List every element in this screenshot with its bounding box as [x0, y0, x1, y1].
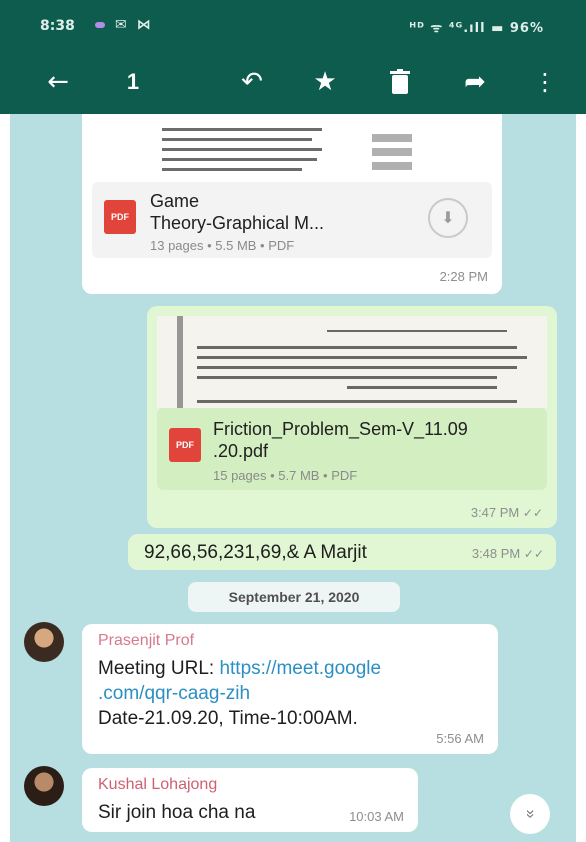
- selection-toolbar: ← 1 ↶ ★ ➦ ⋮: [0, 52, 586, 114]
- delete-icon[interactable]: [380, 62, 420, 102]
- pdf-file-icon: PDF: [104, 200, 136, 234]
- incoming-document-message[interactable]: PDF Game Theory-Graphical M... 13 pages …: [82, 114, 502, 294]
- avatar[interactable]: [24, 622, 64, 662]
- message-time: 10:03 AM: [349, 809, 404, 824]
- trash-icon-shape: [390, 69, 410, 94]
- document-name: Game Theory-Graphical M...: [150, 191, 325, 233]
- chat-conversation: PDF Game Theory-Graphical M... 13 pages …: [10, 114, 576, 842]
- scroll-to-bottom-icon[interactable]: »: [510, 794, 550, 834]
- message-text: Meeting URL: https://meet.google .com/qq…: [98, 658, 382, 729]
- outgoing-document-message[interactable]: PDF Friction_Problem_Sem-V_11.09 .20.pdf…: [147, 306, 557, 528]
- message-text: Sir join hoa cha na: [98, 802, 256, 823]
- notification-icons: ✉ ⋈: [95, 17, 151, 33]
- message-time: 5:56 AM: [436, 731, 484, 746]
- double-tick-icon: ✓✓: [523, 547, 544, 561]
- status-bar: 8:38 ✉ ⋈ ᴴᴰ ᯤ ⁴ᴳ.ıll ▬ 96%: [0, 0, 586, 52]
- date-separator: September 21, 2020: [188, 582, 400, 612]
- outgoing-text-message[interactable]: 92,66,56,231,69,& A Marjit 3:48 PM ✓✓: [128, 534, 556, 570]
- incoming-text-message[interactable]: Prasenjit Prof Meeting URL: https://meet…: [82, 624, 498, 754]
- double-tick-icon: ✓✓: [522, 506, 543, 520]
- document-name: Friction_Problem_Sem-V_11.09 .20.pdf: [213, 419, 468, 461]
- mail-notification-icon: ⋈: [136, 17, 151, 33]
- forward-icon[interactable]: ➦: [455, 62, 495, 102]
- message-text: 92,66,56,231,69,& A Marjit: [144, 542, 367, 563]
- document-card[interactable]: PDF Friction_Problem_Sem-V_11.09 .20.pdf…: [157, 408, 547, 490]
- star-icon[interactable]: ★: [305, 62, 345, 102]
- message-time: 3:48 PM ✓✓: [471, 546, 544, 561]
- system-status-icons: ᴴᴰ ᯤ ⁴ᴳ.ıll ▬ 96%: [409, 21, 544, 36]
- more-options-icon[interactable]: ⋮: [525, 62, 565, 102]
- meeting-link-continued[interactable]: .com/qqr-caag-zih: [98, 683, 250, 704]
- document-meta: 15 pages • 5.7 MB • PDF: [213, 468, 358, 483]
- sender-name[interactable]: Prasenjit Prof: [98, 632, 194, 650]
- sender-name[interactable]: Kushal Lohajong: [98, 776, 217, 794]
- download-icon[interactable]: ⬇: [428, 198, 468, 238]
- message-notification-icon: ✉: [115, 17, 127, 33]
- app-notification-icon: [95, 22, 105, 28]
- document-card[interactable]: PDF Game Theory-Graphical M... 13 pages …: [92, 182, 492, 258]
- pdf-file-icon: PDF: [169, 428, 201, 462]
- selected-count: 1: [126, 69, 140, 94]
- message-time: 2:28 PM: [439, 269, 488, 284]
- incoming-text-message[interactable]: Kushal Lohajong Sir join hoa cha na 10:0…: [82, 768, 418, 832]
- back-arrow-icon[interactable]: ←: [38, 62, 78, 102]
- document-preview-thumbnail: [92, 114, 492, 182]
- message-time: 3:47 PM ✓✓: [470, 505, 543, 520]
- status-time: 8:38: [40, 18, 75, 34]
- document-meta: 13 pages • 5.5 MB • PDF: [150, 238, 295, 253]
- document-preview-thumbnail: [157, 316, 547, 408]
- reply-icon[interactable]: ↶: [232, 62, 272, 102]
- avatar[interactable]: [24, 766, 64, 806]
- meeting-link[interactable]: https://meet.google: [219, 658, 381, 679]
